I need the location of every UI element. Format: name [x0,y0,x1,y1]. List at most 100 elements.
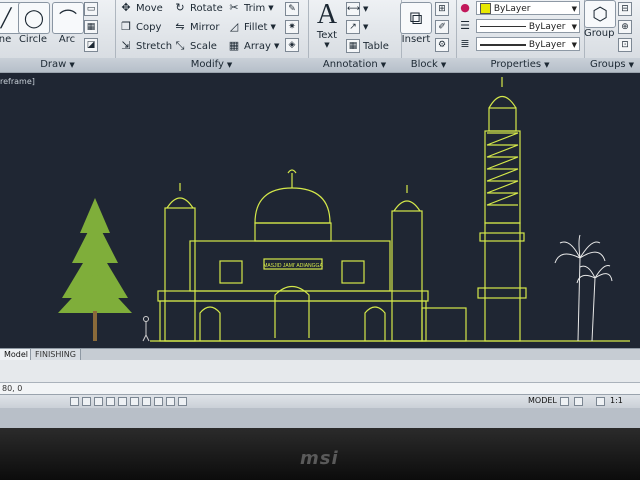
list-icon: ≣ [460,37,470,50]
modify-panel: ✥ Move ↻ Rotate ✂ Trim ▼ ❐ Copy ⇋ Mirror ◿ Fill… [115,0,309,72]
scale-button[interactable]: ⤡ Scale [173,39,217,53]
mirror-icon: ⇋ [175,20,185,33]
chevron-down-icon: ▼ [571,23,577,31]
list-button[interactable]: ≣ [458,37,472,51]
block-panel: ⧉ Insert ⊞ ✐ ⚙ Block ▼ [399,0,457,72]
color-wheel-button[interactable]: ● [458,1,472,15]
scale-icon: ⤡ [175,39,185,52]
model-space-button[interactable]: MODEL [528,396,557,405]
array-button[interactable]: ▦ Array ▼ [227,39,280,53]
properties-title-text: Properties [490,59,542,70]
lineweight-combo[interactable]: ByLayer ▼ [476,37,580,51]
offset-icon: ◈ [285,38,299,52]
block-panel-title[interactable]: Block ▼ [401,58,456,72]
mosque-elevation-drawing: MASJID JAMI' ADIANGGA [58,77,630,342]
polar-toggle[interactable] [106,397,115,406]
move-button[interactable]: ✥ Move [119,1,163,15]
color-combo[interactable]: ByLayer ▼ [476,1,580,15]
snap-toggle[interactable] [70,397,79,406]
ungroup-tool[interactable]: ⊟ [618,2,632,16]
osnap-toggle[interactable] [118,397,127,406]
group-icon: ⬡ [584,0,616,28]
block-title-text: Block [410,59,438,70]
text-tool[interactable]: A Text ▼ [312,0,342,49]
linetype-combo[interactable]: ByLayer ▼ [476,19,580,33]
rotate-icon: ↻ [175,1,185,14]
groups-panel-title[interactable]: Groups ▼ [584,58,640,72]
lineweight-sample [480,43,526,46]
fillet-button[interactable]: ◿ Fillet ▼ [227,20,276,34]
attribute-tool[interactable]: ⚙ [435,38,449,52]
quick-view-button[interactable] [574,397,583,406]
explode-tool[interactable]: ✷ [285,20,299,34]
linetype-button[interactable]: ☰ [458,19,472,33]
group-select-icon: ⊡ [618,38,632,52]
mirror-button[interactable]: ⇋ Mirror [173,20,219,34]
otrack-toggle[interactable] [130,397,139,406]
insert-tool[interactable]: ⧉ Insert [399,2,433,45]
fillet-icon: ◿ [229,20,239,33]
copy-button[interactable]: ❐ Copy [119,20,161,34]
viewport-label[interactable]: reframe] [0,77,35,86]
leader-tool[interactable]: ↗ ▼ [346,20,368,34]
erase-tool[interactable]: ✎ [285,2,299,16]
offset-tool[interactable]: ◈ [285,38,299,52]
annotation-panel-title[interactable]: Annotation ▼ [308,58,401,72]
lwt-toggle[interactable] [166,397,175,406]
coordinate-readout: 80, 0 [2,384,23,393]
group-select-tool[interactable]: ⊡ [618,38,632,52]
annotation-scale-icon[interactable] [596,397,605,406]
rectangle-tool[interactable]: ▭ [84,2,98,16]
properties-panel: ● ByLayer ▼ ☰ ByLayer ▼ ≣ ByLayer ▼ Prop… [456,0,585,72]
group-edit-tool[interactable]: ⊕ [618,20,632,34]
layout-button[interactable] [560,397,569,406]
line-tool[interactable]: ╱ ne [0,2,22,45]
dimension-tool[interactable]: ⟷ ▼ [346,2,368,16]
draw-title-text: Draw [40,59,67,70]
table-button[interactable]: ▦ Table [346,39,389,53]
explode-icon: ✷ [285,20,299,34]
drawing-canvas[interactable]: reframe] MASJID JAMI' ADIANGGA [0,73,640,348]
arc-tool[interactable]: ⌒ Arc [52,2,84,45]
arc-icon: ⌒ [52,2,84,34]
create-block-tool[interactable]: ⊞ [435,2,449,16]
pergola [421,307,467,342]
rectangle-icon: ▭ [84,2,98,16]
chevron-down-icon: ▼ [571,41,577,49]
grid-toggle[interactable] [82,397,91,406]
line-label: ne [0,34,12,45]
chevron-down-icon: ▼ [363,5,369,13]
chevron-down-icon: ▼ [363,23,369,31]
dyn-toggle[interactable] [154,397,163,406]
edit-block-tool[interactable]: ✐ [435,20,449,34]
mirror-label: Mirror [190,21,220,33]
hatch-tool[interactable]: ▦ [84,20,98,34]
group-tool[interactable]: ⬡ Group [584,0,616,39]
qp-toggle[interactable] [178,397,187,406]
color-value: ByLayer [493,4,531,14]
signboard-text: MASJID JAMI' ADIANGGA [263,263,323,269]
minaret-dome [488,95,517,109]
text-label: Text [316,30,338,41]
annotation-scale[interactable]: 1:1 [610,396,623,405]
array-icon: ▦ [228,39,240,52]
palm-trees [554,234,613,342]
draw-panel-title[interactable]: Draw ▼ [0,58,115,72]
minaret-zigzag [486,132,519,206]
ducs-toggle[interactable] [142,397,151,406]
roof-band [157,290,429,302]
rotate-button[interactable]: ↻ Rotate [173,1,222,15]
group-label: Group [584,28,615,39]
properties-panel-title[interactable]: Properties ▼ [456,58,584,72]
chevron-down-icon: ▼ [571,5,577,13]
modify-panel-title[interactable]: Modify ▼ [115,58,308,72]
stretch-button[interactable]: ⇲ Stretch [119,39,172,53]
linetype-icon: ☰ [460,19,470,32]
move-label: Move [136,2,163,14]
trim-button[interactable]: ✂ Trim ▼ [227,1,273,15]
region-tool[interactable]: ◪ [84,38,98,52]
linetype-value: ByLayer [528,22,566,32]
chevron-down-icon: ▼ [544,61,550,69]
ortho-toggle[interactable] [94,397,103,406]
circle-tool[interactable]: ◯ Circle [18,2,50,45]
